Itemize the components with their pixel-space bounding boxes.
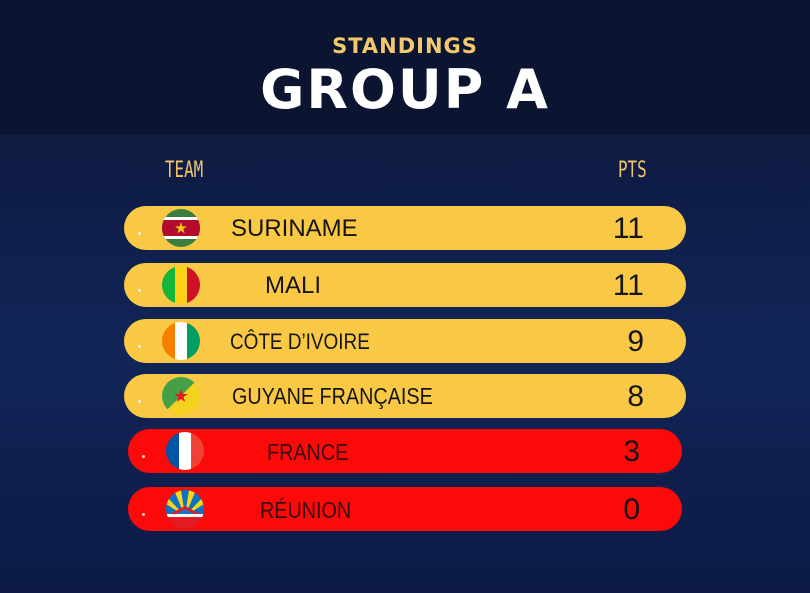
team-points: 11 (612, 212, 644, 245)
standings-row-mali: MALI 11 (124, 263, 686, 307)
standings-row-guyane-francaise: GUYANE FRANÇAISE 8 (124, 374, 686, 418)
team-points: 9 (627, 325, 644, 358)
row-marker (138, 232, 141, 235)
team-name: RÉUNION (260, 497, 352, 523)
french-guiana-flag-icon (162, 377, 200, 415)
standings-row-suriname: SURINAME 11 (124, 206, 686, 250)
team-column-header: TEAM (165, 158, 204, 183)
team-points: 3 (623, 435, 640, 468)
team-points: 0 (623, 493, 640, 526)
cote-divoire-flag-icon (162, 322, 200, 360)
row-marker (138, 400, 141, 403)
row-marker (142, 513, 145, 516)
team-name: CÔTE D’IVOIRE (230, 329, 370, 354)
mali-flag-icon (162, 266, 200, 304)
standings-row-france: FRANCE 3 (128, 429, 682, 473)
standings-row-cote-divoire: CÔTE D’IVOIRE 9 (124, 319, 686, 363)
france-flag-icon (166, 432, 204, 470)
standings-row-reunion: RÉUNION 0 (128, 487, 682, 531)
team-name: GUYANE FRANÇAISE (232, 383, 433, 409)
standings-subtitle: STANDINGS (332, 34, 478, 58)
group-title: GROUP A (260, 58, 550, 121)
reunion-flag-icon (166, 490, 204, 528)
row-marker (142, 455, 145, 458)
points-column-header: PTS (618, 158, 647, 183)
team-points: 11 (612, 269, 644, 302)
team-name: MALI (265, 272, 322, 299)
row-marker (138, 289, 141, 292)
suriname-flag-icon (162, 209, 200, 247)
team-name: SURINAME (231, 215, 358, 242)
team-points: 8 (627, 380, 644, 413)
row-marker (138, 345, 141, 348)
team-name: FRANCE (267, 439, 349, 465)
